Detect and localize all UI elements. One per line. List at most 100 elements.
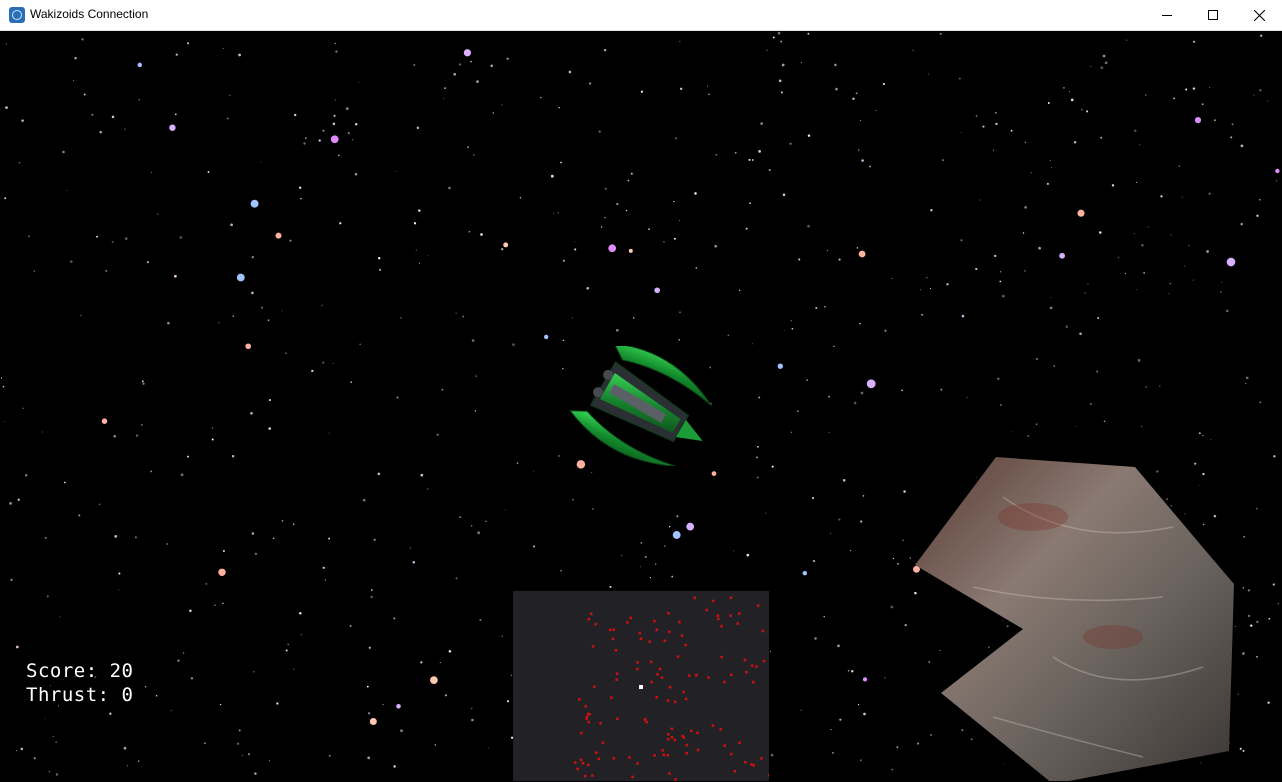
radar-blip	[711, 724, 715, 727]
radar-blip	[684, 697, 688, 701]
radar-blip	[591, 645, 595, 648]
radar-blip	[729, 614, 732, 617]
radar-blip	[616, 717, 619, 720]
radar-blip	[723, 744, 726, 747]
radar-blip	[666, 738, 670, 741]
radar-blip	[595, 751, 598, 754]
radar-blip	[574, 761, 577, 764]
radar-blip	[719, 727, 722, 731]
radar-blip	[611, 637, 615, 641]
radar-blip	[631, 775, 634, 779]
radar-blip	[612, 757, 616, 760]
radar-blip	[629, 616, 632, 620]
radar-blip	[576, 767, 579, 771]
radar-blip	[673, 700, 677, 704]
maximize-button[interactable]	[1190, 0, 1236, 30]
radar-blip	[584, 705, 587, 708]
radar-blip	[587, 712, 590, 716]
minimize-icon	[1162, 15, 1172, 16]
radar-blip	[690, 729, 693, 733]
thrust-readout: Thrust: 0	[26, 683, 133, 707]
thrust-label: Thrust:	[26, 684, 110, 706]
radar-blip	[645, 720, 648, 724]
radar-blip	[615, 678, 618, 681]
radar-blip	[685, 743, 689, 747]
score-readout: Score: 20	[26, 659, 133, 683]
radar-blip	[693, 596, 696, 600]
radar-blip	[615, 672, 619, 675]
radar-blip	[655, 696, 658, 699]
thrust-value: 0	[121, 684, 134, 706]
radar-blip	[655, 628, 659, 632]
radar-blip	[667, 733, 670, 736]
radar-blip	[744, 760, 747, 764]
radar-blip	[666, 699, 670, 702]
radar-blip	[585, 717, 588, 720]
radar-blip	[720, 624, 723, 628]
radar-blip	[587, 617, 590, 621]
radar-blip	[730, 673, 733, 677]
radar-blip	[717, 617, 720, 621]
radar-blip	[756, 604, 760, 607]
score-value: 20	[109, 660, 134, 682]
radar-blip	[591, 774, 594, 777]
radar-blip	[643, 718, 647, 721]
radar-blip	[670, 736, 674, 739]
radar-blip	[628, 756, 631, 759]
radar-blip	[696, 731, 699, 735]
radar-blip	[752, 764, 755, 767]
radar-blip	[738, 612, 741, 615]
radar-blip	[610, 696, 613, 699]
close-button[interactable]	[1236, 0, 1282, 30]
radar-blip	[733, 770, 737, 773]
radar-blip	[650, 680, 653, 684]
radar-blip	[626, 621, 629, 624]
radar-blip	[680, 634, 684, 637]
radar-blip	[653, 754, 656, 757]
radar-blip	[660, 676, 664, 679]
radar-blip	[587, 763, 590, 767]
radar-player-marker	[639, 685, 643, 689]
player-ship	[568, 346, 712, 466]
radar-blip	[755, 665, 758, 668]
radar-blip	[579, 758, 583, 762]
score-label: Score:	[26, 660, 98, 682]
hud-panel: Score: 20 Thrust: 0	[26, 659, 133, 707]
radar-blip	[581, 761, 585, 765]
radar-blip	[666, 754, 670, 757]
asteroid	[915, 457, 1234, 781]
radar-blip	[676, 655, 680, 658]
radar-blip	[705, 608, 708, 612]
radar-blip	[711, 599, 715, 603]
radar-blip	[601, 741, 605, 744]
radar-blip	[639, 637, 643, 640]
radar-minimap	[513, 591, 769, 781]
radar-blip	[668, 772, 671, 775]
radar-blip	[678, 620, 681, 624]
radar-blip	[743, 658, 747, 662]
radar-blip	[707, 676, 710, 679]
radar-blip	[695, 673, 698, 677]
radar-blip	[670, 727, 674, 730]
radar-blip	[649, 660, 653, 664]
radar-blip	[609, 628, 612, 632]
radar-blip	[656, 673, 659, 676]
radar-blip	[648, 640, 651, 643]
minimize-button[interactable]	[1144, 0, 1190, 30]
radar-blip	[682, 690, 685, 694]
radar-blip	[614, 649, 618, 652]
radar-blip	[587, 720, 590, 724]
radar-blip	[594, 622, 597, 626]
radar-blip	[658, 667, 662, 671]
radar-blip	[589, 612, 593, 616]
radar-blip	[636, 667, 639, 671]
radar-blip	[584, 774, 587, 778]
app-icon	[9, 7, 25, 23]
radar-blip	[750, 763, 753, 766]
radar-blip	[668, 630, 671, 634]
title-bar[interactable]: Wakizoids Connection	[0, 0, 1282, 31]
radar-blip	[668, 685, 672, 689]
radar-blip	[612, 628, 615, 631]
radar-blip	[688, 674, 691, 677]
game-viewport[interactable]: Score: 20 Thrust: 0	[1, 31, 1281, 781]
